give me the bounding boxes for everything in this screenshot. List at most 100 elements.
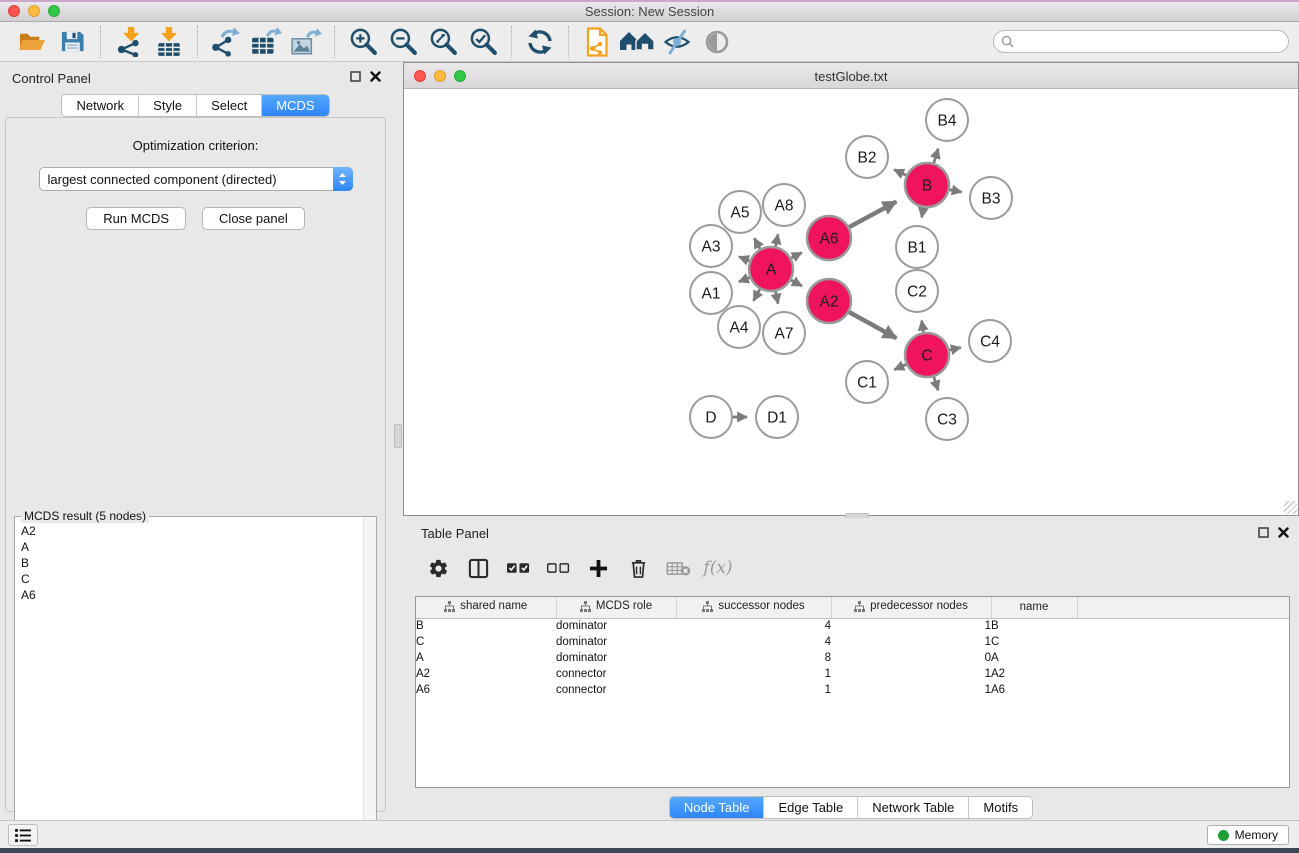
task-history-button[interactable] <box>8 824 38 846</box>
search-field[interactable] <box>993 30 1289 53</box>
import-table-icon[interactable] <box>149 25 189 59</box>
tab-motifs[interactable]: Motifs <box>969 797 1032 818</box>
table-cell[interactable]: dominator <box>556 650 676 666</box>
mcds-result-item[interactable]: B <box>16 555 362 571</box>
table-cell[interactable]: A2 <box>416 666 556 682</box>
table-cell[interactable]: A6 <box>416 682 556 698</box>
table-cell[interactable]: dominator <box>556 634 676 650</box>
mcds-result-item[interactable]: A <box>16 539 362 555</box>
vertical-splitter-handle[interactable] <box>394 424 402 448</box>
criterion-dropdown[interactable]: largest connected component (directed) <box>39 167 353 191</box>
close-panel-button[interactable]: Close panel <box>202 207 305 230</box>
table-cell[interactable]: A <box>991 650 1077 666</box>
table-cell[interactable]: dominator <box>556 618 676 634</box>
table-cell[interactable]: 1 <box>831 682 991 698</box>
mcds-result-item[interactable]: A2 <box>16 523 362 539</box>
function-builder-icon[interactable]: f(x) <box>705 555 731 581</box>
column-header-name[interactable]: name <box>991 597 1077 618</box>
create-column-icon[interactable] <box>585 555 611 581</box>
graph-edge-A-A4[interactable] <box>753 289 759 301</box>
column-header-MCDS-role[interactable]: MCDS role <box>556 597 676 618</box>
graph-edge-A-A2[interactable] <box>791 280 802 286</box>
table-cell[interactable]: 8 <box>676 650 831 666</box>
column-header-successor-nodes[interactable]: successor nodes <box>676 597 831 618</box>
table-row[interactable]: Adominator80A <box>416 650 1289 666</box>
table-cell[interactable]: B <box>416 618 556 634</box>
graph-edge-A-A6[interactable] <box>791 253 801 259</box>
tab-edge-table[interactable]: Edge Table <box>764 797 858 818</box>
table-cell[interactable]: 4 <box>676 634 831 650</box>
search-input[interactable] <box>1019 35 1288 49</box>
table-cell[interactable]: A <box>416 650 556 666</box>
float-panel-icon[interactable] <box>350 71 361 82</box>
table-cell[interactable]: 1 <box>676 666 831 682</box>
table-cell[interactable]: 1 <box>676 682 831 698</box>
select-all-columns-icon[interactable] <box>505 555 531 581</box>
graph-edge-B-B3[interactable] <box>950 190 962 192</box>
graph-edge-A-A5[interactable] <box>754 238 760 248</box>
table-cell[interactable] <box>1077 634 1289 650</box>
table-settings-gear-icon[interactable] <box>425 555 451 581</box>
save-session-icon[interactable] <box>52 25 92 59</box>
zoom-in-icon[interactable] <box>343 25 383 59</box>
table-cell[interactable]: C <box>416 634 556 650</box>
tab-node-table[interactable]: Node Table <box>670 797 765 818</box>
table-cell[interactable]: connector <box>556 666 676 682</box>
show-columns-icon[interactable] <box>465 555 491 581</box>
graph-edge-B-B4[interactable] <box>934 149 938 163</box>
run-mcds-button[interactable]: Run MCDS <box>86 207 186 230</box>
import-network-icon[interactable] <box>109 25 149 59</box>
table-cell[interactable]: A6 <box>991 682 1077 698</box>
table-cell[interactable] <box>1077 666 1289 682</box>
table-cell[interactable]: 1 <box>831 666 991 682</box>
table-cell[interactable]: connector <box>556 682 676 698</box>
delete-column-icon[interactable] <box>625 555 651 581</box>
graph-edge-C-C1[interactable] <box>894 364 906 369</box>
table-cell[interactable] <box>1077 618 1289 634</box>
zoom-selected-icon[interactable] <box>463 25 503 59</box>
table-row[interactable]: A6connector11A6 <box>416 682 1289 698</box>
table-cell[interactable]: 1 <box>831 618 991 634</box>
table-cell[interactable] <box>1077 650 1289 666</box>
export-network-icon[interactable] <box>206 25 246 59</box>
column-header-shared-name[interactable]: shared name <box>416 597 556 618</box>
refresh-icon[interactable] <box>520 25 560 59</box>
result-scrollbar[interactable] <box>363 517 376 853</box>
table-cell[interactable]: 4 <box>676 618 831 634</box>
graph-edge-A2-C[interactable] <box>849 312 896 338</box>
tab-network[interactable]: Network <box>62 95 139 116</box>
export-table-icon[interactable] <box>246 25 286 59</box>
tab-select[interactable]: Select <box>197 95 262 116</box>
graph-edge-C-C3[interactable] <box>934 377 938 390</box>
zoom-fit-icon[interactable] <box>423 25 463 59</box>
home-icon[interactable] <box>617 25 657 59</box>
mcds-result-item[interactable]: C <box>16 571 362 587</box>
graph-edge-C-C2[interactable] <box>922 321 924 333</box>
network-canvas[interactable]: B4B2BB3A8A5A6A3B1AC2A1A2A4A7C4CC1DD1C3 <box>404 89 1298 515</box>
column-header-predecessor-nodes[interactable]: predecessor nodes <box>831 597 991 618</box>
table-cell[interactable]: 0 <box>831 650 991 666</box>
hide-panel-icon[interactable] <box>657 25 697 59</box>
open-session-icon[interactable] <box>12 25 52 59</box>
tab-network-table[interactable]: Network Table <box>858 797 969 818</box>
mcds-result-item[interactable]: A6 <box>16 587 362 603</box>
graph-edge-A-A7[interactable] <box>776 292 778 304</box>
show-panel-icon[interactable] <box>697 25 737 59</box>
graph-edge-A-A1[interactable] <box>739 278 750 282</box>
graph-edge-B-B2[interactable] <box>894 170 906 176</box>
graph-edge-C-C4[interactable] <box>949 348 960 351</box>
table-cell[interactable] <box>1077 682 1289 698</box>
tab-mcds[interactable]: MCDS <box>262 95 328 116</box>
delete-table-icon[interactable] <box>665 555 691 581</box>
export-image-icon[interactable] <box>286 25 326 59</box>
window-resize-grip[interactable] <box>1284 501 1297 514</box>
deselect-all-columns-icon[interactable] <box>545 555 571 581</box>
network-from-document-icon[interactable] <box>577 25 617 59</box>
close-table-panel-icon[interactable] <box>1278 527 1289 538</box>
table-row[interactable]: A2connector11A2 <box>416 666 1289 682</box>
zoom-out-icon[interactable] <box>383 25 423 59</box>
table-cell[interactable]: B <box>991 618 1077 634</box>
memory-button[interactable]: Memory <box>1207 825 1289 845</box>
table-cell[interactable]: A2 <box>991 666 1077 682</box>
tab-style[interactable]: Style <box>139 95 197 116</box>
